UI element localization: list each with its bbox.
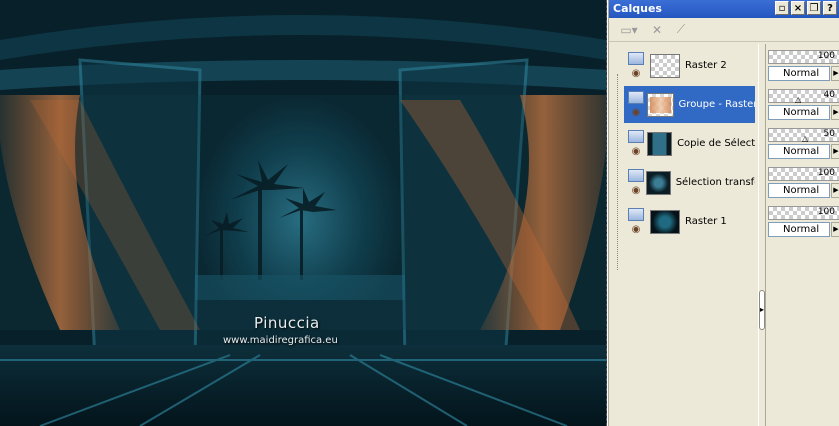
eye-icon[interactable]: ◉ [628,186,644,196]
chevron-right-icon[interactable]: ▶ [831,222,839,237]
layer-props-copie-de-selection: △ 50 Normal ▶ [768,125,839,162]
opacity-slider[interactable]: 100 [768,50,839,64]
opacity-value: 100 [817,168,835,178]
opacity-slider[interactable]: △ 40 [768,89,839,104]
layer-props-raster-1: 100 Normal ▶ [768,203,839,240]
layer-name: Groupe - Raster 3 [678,99,756,110]
layer-name: Sélection transform [675,177,755,188]
palette-title: Calques [613,2,662,15]
layer-thumbnail [646,131,673,156]
blend-mode-select[interactable]: Normal [768,105,830,120]
blend-mode-select[interactable]: Normal [768,144,830,159]
raster-layer-icon [628,208,644,221]
opacity-marker-icon[interactable]: △ [802,134,808,143]
raster-layer-icon [628,52,644,65]
watermark-url: www.maidiregrafica.eu [223,335,338,346]
opacity-marker-icon[interactable]: △ [795,95,801,104]
chevron-right-icon[interactable]: ▶ [831,144,839,159]
layer-list: ◉ Raster 2 ◉ Groupe - Raster 3 ◉ Copie d… [609,44,759,426]
layer-props-selection-transform: 100 Normal ▶ [768,164,839,201]
opacity-slider[interactable]: △ 50 [768,128,839,143]
opacity-slider[interactable]: 100 [768,167,839,181]
layer-thumbnail [650,53,680,78]
layer-thumbnail [646,170,671,195]
chevron-right-icon[interactable]: ▶ [831,183,839,198]
eye-icon[interactable]: ◉ [628,69,644,79]
chevron-right-icon[interactable]: ▶ [831,105,839,120]
eye-icon[interactable]: ◉ [628,147,644,157]
close-icon[interactable]: × [791,1,805,15]
layer-row-selection-transform[interactable]: ◉ Sélection transform [624,164,755,201]
blend-mode-select[interactable]: Normal [768,222,830,237]
layer-thumbnail [650,209,680,234]
watermark-title: Pinuccia [254,314,320,332]
palette-titlebar[interactable]: Calques ▫ × ❐ ? [609,0,839,18]
chevron-right-icon[interactable]: ▶ [831,66,839,81]
layer-name: Copie de Sélection [677,138,755,149]
tree-line [617,74,618,270]
opacity-value: 50 [823,129,835,139]
mask-icon[interactable]: ⟋ [671,21,691,39]
palette-splitter[interactable]: ▸ [758,44,766,426]
new-layer-icon[interactable]: ▭▾ [615,21,643,39]
layer-thumbnail [647,92,674,117]
layer-name: Raster 2 [685,60,727,71]
layers-palette: Calques ▫ × ❐ ? ▭▾ ✕ ⟋ ◉ Raster 2 ◉ Grou… [608,0,839,426]
layer-row-copie-de-selection[interactable]: ◉ Copie de Sélection [624,125,755,162]
opacity-value: 100 [817,207,835,217]
artwork [0,0,606,426]
group-layer-icon [628,91,644,104]
pin-icon[interactable]: ▫ [775,1,789,15]
raster-layer-icon [628,130,644,143]
layer-props-raster-2: 100 Normal ▶ [768,47,839,84]
help-icon[interactable]: ? [823,1,837,15]
blend-mode-select[interactable]: Normal [768,183,830,198]
blend-mode-select[interactable]: Normal [768,66,830,81]
layer-properties: 100 Normal ▶ △ 40 Normal ▶ △ 50 Normal ▶ 1… [766,44,839,426]
opacity-value: 100 [817,51,835,61]
restore-icon[interactable]: ❐ [807,1,821,15]
opacity-slider[interactable]: 100 [768,206,839,220]
image-canvas[interactable]: Pinuccia www.maidiregrafica.eu [0,0,607,426]
opacity-value: 40 [823,90,835,100]
splitter-arrow-icon[interactable]: ▸ [759,290,765,330]
layer-row-groupe-raster-3[interactable]: ◉ Groupe - Raster 3 [624,86,755,123]
delete-layer-icon[interactable]: ✕ [647,21,667,39]
raster-layer-icon [628,169,644,182]
eye-icon[interactable]: ◉ [628,108,644,118]
layer-props-groupe-raster-3: △ 40 Normal ▶ [768,86,839,123]
layer-row-raster-1[interactable]: ◉ Raster 1 [624,203,755,240]
eye-icon[interactable]: ◉ [628,225,644,235]
palette-toolbar: ▭▾ ✕ ⟋ [609,18,839,42]
layer-name: Raster 1 [685,216,727,227]
layer-row-raster-2[interactable]: ◉ Raster 2 [624,47,755,84]
